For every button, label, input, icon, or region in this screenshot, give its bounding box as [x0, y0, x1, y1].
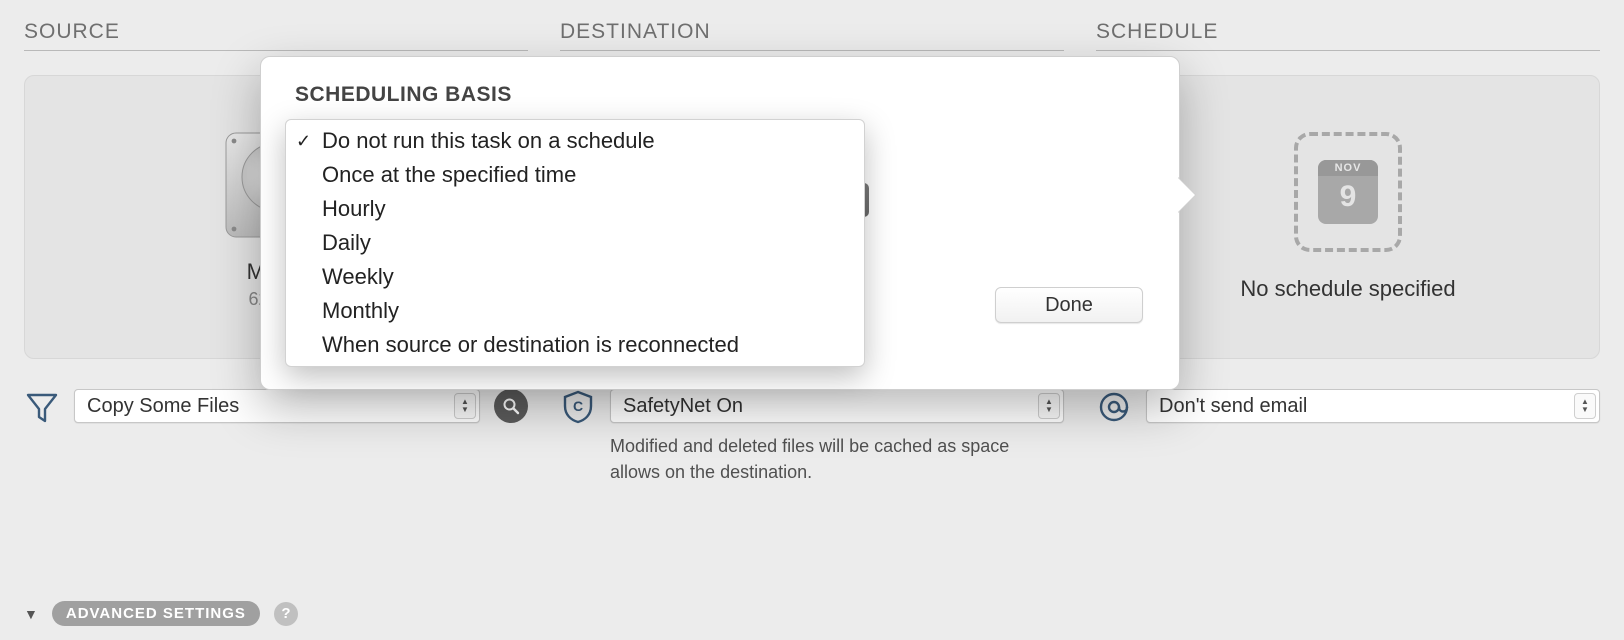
safetynet-select[interactable]: SafetyNet On ▲▼	[610, 389, 1064, 423]
filter-details-button[interactable]	[494, 389, 528, 423]
funnel-icon	[24, 389, 60, 425]
scheduling-option[interactable]: When source or destination is reconnecte…	[286, 328, 864, 362]
advanced-settings-toggle[interactable]: ADVANCED SETTINGS	[52, 601, 260, 626]
calendar-day-label: 9	[1340, 176, 1357, 218]
calendar-month-label: NOV	[1318, 160, 1378, 176]
scheduling-option[interactable]: Daily	[286, 226, 864, 260]
stepper-icon: ▲▼	[1574, 393, 1596, 419]
email-select[interactable]: Don't send email ▲▼	[1146, 389, 1600, 423]
popover-arrow-icon	[1177, 177, 1195, 213]
column-header-source: SOURCE	[24, 20, 528, 51]
column-header-destination: DESTINATION	[560, 20, 1064, 51]
copy-mode-value: Copy Some Files	[87, 395, 239, 418]
copy-mode-select[interactable]: Copy Some Files ▲▼	[74, 389, 480, 423]
calendar-placeholder-icon: NOV 9	[1294, 132, 1402, 252]
scheduling-option[interactable]: ✓ Do not run this task on a schedule	[286, 124, 864, 158]
email-at-icon	[1096, 389, 1132, 425]
scheduling-option-label: Do not run this task on a schedule	[322, 128, 655, 154]
scheduling-option-label: Once at the specified time	[322, 162, 576, 188]
stepper-icon: ▲▼	[454, 393, 476, 419]
email-value: Don't send email	[1159, 395, 1307, 418]
scheduling-option[interactable]: Once at the specified time	[286, 158, 864, 192]
done-button[interactable]: Done	[995, 287, 1143, 323]
scheduling-basis-menu[interactable]: ✓ Do not run this task on a schedule Once …	[285, 119, 865, 367]
scheduling-option[interactable]: Weekly	[286, 260, 864, 294]
check-icon: ✓	[296, 131, 311, 152]
svg-text:C: C	[573, 398, 583, 414]
scheduling-option-label: When source or destination is reconnecte…	[322, 332, 739, 358]
safetynet-value: SafetyNet On	[623, 395, 743, 418]
column-header-schedule: SCHEDULE	[1096, 20, 1600, 51]
stepper-icon: ▲▼	[1038, 393, 1060, 419]
scheduling-option-label: Weekly	[322, 264, 394, 290]
safetynet-shield-icon: C	[560, 389, 596, 425]
scheduling-option-label: Daily	[322, 230, 371, 256]
scheduling-popover: SCHEDULING BASIS ✓ Do not run this task o…	[260, 56, 1180, 390]
safetynet-description: Modified and deleted files will be cache…	[610, 433, 1064, 485]
popover-title: SCHEDULING BASIS	[295, 83, 1155, 107]
scheduling-option[interactable]: Monthly	[286, 294, 864, 328]
disclosure-triangle-icon[interactable]: ▼	[24, 606, 38, 622]
scheduling-option[interactable]: Hourly	[286, 192, 864, 226]
scheduling-option-label: Monthly	[322, 298, 399, 324]
advanced-help-button[interactable]: ?	[274, 602, 298, 626]
scheduling-option-label: Hourly	[322, 196, 386, 222]
schedule-status-text: No schedule specified	[1240, 276, 1455, 302]
